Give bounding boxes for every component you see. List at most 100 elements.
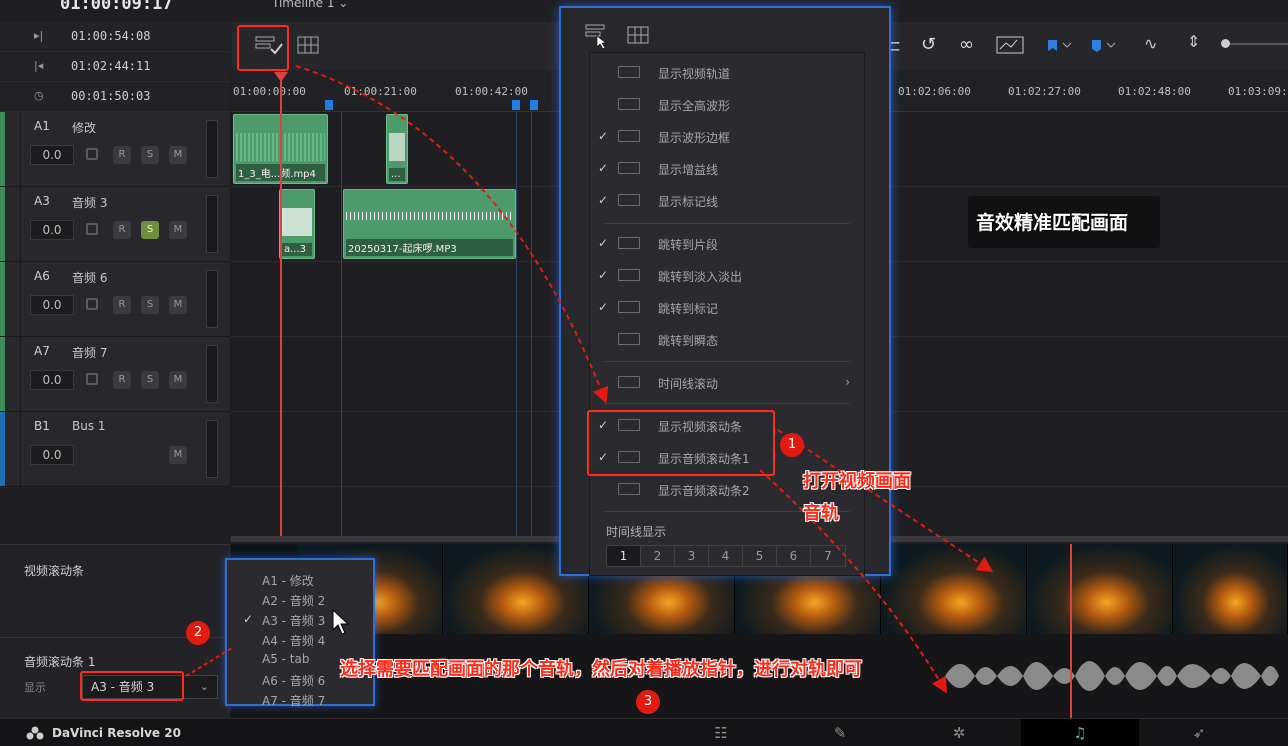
- clip-label: a...3: [282, 243, 312, 256]
- lock-icon[interactable]: [86, 148, 98, 160]
- menu-item[interactable]: ✓ 跳转到片段: [590, 228, 866, 260]
- solo-button[interactable]: S: [141, 146, 159, 164]
- mute-button[interactable]: M: [169, 146, 187, 164]
- record-button[interactable]: R: [113, 146, 131, 164]
- lock-icon[interactable]: [86, 298, 98, 310]
- ruler-label: 01:00:00:00: [233, 85, 306, 98]
- solo-button[interactable]: S: [141, 221, 159, 239]
- audio-clip[interactable]: 20250317-起床啰.MP3: [343, 189, 516, 259]
- track-header-a6[interactable]: A6 音频 6 0.0 R S M: [0, 262, 230, 337]
- solo-button[interactable]: S: [141, 371, 159, 389]
- menu-item[interactable]: ✓ 跳转到标记: [590, 292, 866, 324]
- timeline-display-option[interactable]: 2: [641, 546, 675, 566]
- track-header-a1[interactable]: A1 修改 0.0 R S M: [0, 112, 230, 187]
- waveform-icon[interactable]: ∿: [1144, 34, 1157, 53]
- volume-field[interactable]: 0.0: [30, 370, 74, 390]
- volume-field[interactable]: 0.0: [30, 145, 74, 165]
- timeline-display-option[interactable]: 4: [709, 546, 743, 566]
- hook-icon[interactable]: ↺: [921, 34, 936, 55]
- flag-blue-icon[interactable]: [1047, 39, 1077, 53]
- playhead[interactable]: [280, 76, 282, 536]
- track-name[interactable]: 修改: [72, 119, 96, 136]
- audio-clip[interactable]: ...: [386, 114, 408, 184]
- track-header-b1[interactable]: B1 Bus 1 0.0 M: [0, 412, 230, 487]
- marker-blue-icon[interactable]: [1091, 39, 1121, 53]
- timeline-display-option[interactable]: 7: [811, 546, 845, 566]
- menu-item[interactable]: ✓ 跳转到淡入淡出: [590, 260, 866, 292]
- lock-icon[interactable]: [86, 223, 98, 235]
- auto-track-icon[interactable]: [996, 36, 1024, 54]
- menu-item[interactable]: 显示视频轨道: [590, 57, 866, 89]
- zoom-slider[interactable]: [1221, 39, 1288, 48]
- ruler-label: 01:00:42:00: [455, 85, 528, 98]
- level-meter: [206, 420, 218, 478]
- mute-button[interactable]: M: [169, 296, 187, 314]
- menu-item[interactable]: ✓ 显示波形边框: [590, 121, 866, 153]
- volume-field[interactable]: 0.0: [30, 295, 74, 315]
- track-header-a3[interactable]: A3 音频 3 0.0 R S M: [0, 187, 230, 262]
- grid-icon[interactable]: [627, 26, 649, 44]
- mark-out-icon: |◂: [34, 59, 44, 72]
- track-name[interactable]: 音频 7: [72, 344, 107, 361]
- grid-icon[interactable]: [297, 36, 319, 54]
- timeline-display-option[interactable]: 3: [675, 546, 709, 566]
- marker-blue[interactable]: [325, 100, 333, 110]
- playhead-handle[interactable]: [274, 72, 288, 82]
- menu-item-submenu[interactable]: 时间线滚动 ›: [590, 367, 866, 399]
- menu-item[interactable]: ✓ 显示增益线: [590, 153, 866, 185]
- link-icon[interactable]: ∞: [959, 34, 974, 55]
- updown-icon[interactable]: ⇕: [1187, 32, 1200, 51]
- main-timecode: 01:00:09:17: [60, 0, 173, 14]
- track-id: A6: [34, 269, 50, 283]
- menu-item[interactable]: 显示全高波形: [590, 89, 866, 121]
- dropdown-option[interactable]: A1 - 修改: [227, 570, 373, 590]
- lock-icon[interactable]: [86, 373, 98, 385]
- dropdown-option[interactable]: A7 - 音频 7: [227, 690, 373, 710]
- timeline-selector[interactable]: Timeline 1 ⌄: [272, 0, 348, 10]
- color-page-icon[interactable]: ✎: [781, 719, 899, 746]
- record-button[interactable]: R: [113, 296, 131, 314]
- volume-field[interactable]: 0.0: [30, 220, 74, 240]
- track-name[interactable]: 音频 3: [72, 194, 107, 211]
- mute-button[interactable]: M: [169, 446, 187, 464]
- volume-field[interactable]: 0.0: [30, 445, 74, 465]
- timeline-display-option[interactable]: 1: [607, 546, 641, 566]
- gain-line-icon: [618, 162, 640, 174]
- solo-button[interactable]: S: [141, 296, 159, 314]
- timeline-display-option[interactable]: 5: [743, 546, 777, 566]
- dropdown-option[interactable]: ✓ A3 - 音频 3: [227, 610, 373, 630]
- record-button[interactable]: R: [113, 371, 131, 389]
- fairlight-page-icon[interactable]: ♫: [1021, 719, 1139, 746]
- video-frame: [1173, 544, 1288, 634]
- waveform-border-icon: [618, 130, 640, 142]
- menu-item[interactable]: ✓ 显示标记线: [590, 185, 866, 217]
- menu-item[interactable]: 跳转到瞬态: [590, 324, 866, 356]
- tc-row-out: |◂ 01:02:44:11: [0, 52, 230, 82]
- track-header-a7[interactable]: A7 音频 7 0.0 R S M: [0, 337, 230, 412]
- view-options-menu: 显示视频轨道 显示全高波形 ✓ 显示波形边框 ✓ 显示增益线 ✓ 显示标记线 ✓ 跳转到…: [589, 52, 865, 576]
- marker-blue[interactable]: [512, 100, 520, 110]
- track-name[interactable]: Bus 1: [72, 419, 106, 433]
- annotation-note: 打开视频画面: [803, 471, 911, 492]
- mute-button[interactable]: M: [169, 371, 187, 389]
- edit-page-icon[interactable]: ☷: [662, 719, 780, 746]
- marker-blue[interactable]: [530, 100, 538, 110]
- deliver-page-icon[interactable]: ➶: [1140, 719, 1258, 746]
- mute-button[interactable]: M: [169, 221, 187, 239]
- level-meter: [206, 195, 218, 253]
- tc-out-value: 01:02:44:11: [71, 59, 151, 73]
- timeline-view-options-icon[interactable]: [585, 22, 613, 48]
- jump-clip-icon: [618, 237, 640, 249]
- audio-scroller-2-icon: [618, 483, 640, 495]
- timeline-display-option[interactable]: 6: [777, 546, 811, 566]
- page-navigation-bar: DaVinci Resolve 20 ☷ ✎ ✲ ♫ ➶: [0, 718, 1288, 746]
- display-label: 显示: [24, 681, 46, 694]
- dropdown-option[interactable]: A2 - 音频 2: [227, 590, 373, 610]
- jump-fade-icon: [618, 269, 640, 281]
- track-name[interactable]: 音频 6: [72, 269, 107, 286]
- record-button[interactable]: R: [113, 221, 131, 239]
- dropdown-option[interactable]: A4 - 音频 4: [227, 630, 373, 650]
- fusion-page-icon[interactable]: ✲: [900, 719, 1018, 746]
- audio-clip[interactable]: a...3: [279, 189, 315, 259]
- timeline-display-label: 时间线显示: [606, 525, 667, 539]
